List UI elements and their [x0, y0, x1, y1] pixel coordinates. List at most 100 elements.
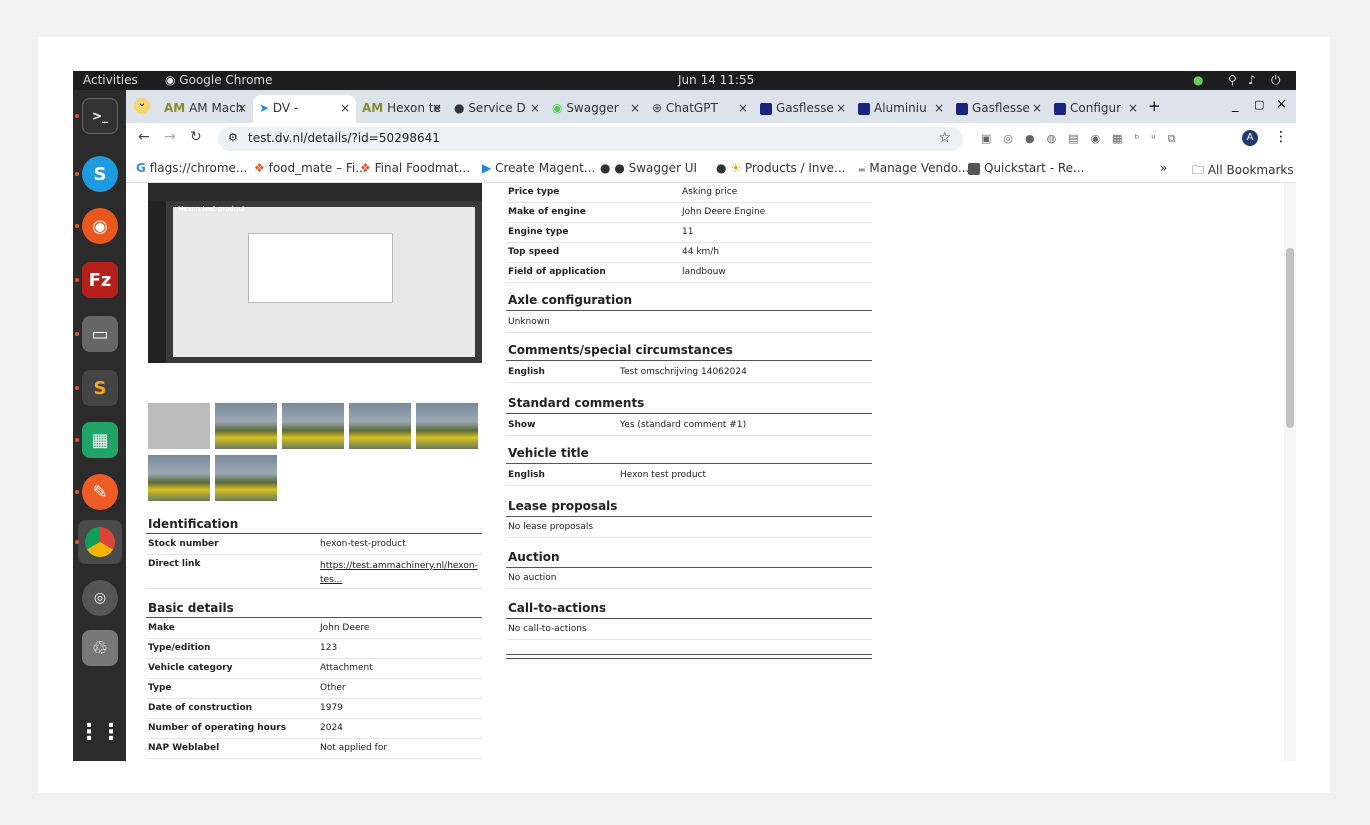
- minimize-button[interactable]: _: [1232, 98, 1239, 113]
- tab-gasflessen-1[interactable]: Gasflesse ×: [754, 95, 852, 123]
- tab-gasflessen-2[interactable]: Gasflesse ×: [950, 95, 1048, 123]
- bookmark-manage-vendor[interactable]: ▬ Manage Vendo...: [858, 161, 969, 175]
- clock[interactable]: Jun 14 11:55: [678, 73, 754, 87]
- thumbnail-4[interactable]: [349, 403, 411, 449]
- tab-chatgpt[interactable]: ⊛ ChatGPT ×: [646, 95, 754, 123]
- extensions-icons[interactable]: ▣◎●◍▤◉▦ᵇᵘ⧉: [981, 132, 1188, 146]
- tab-dv[interactable]: ➤ DV - ×: [253, 95, 356, 123]
- close-icon[interactable]: ×: [237, 101, 247, 115]
- activities-button[interactable]: Activities: [83, 73, 138, 87]
- address-bar[interactable]: ⚙ test.dv.nl/details/?id=50298641 ☆: [218, 127, 963, 151]
- profile-avatar[interactable]: A: [1242, 130, 1258, 146]
- table-row: NAP Weblabel Not applied for: [146, 739, 482, 759]
- bookmark-flags[interactable]: G flags://chrome...: [136, 161, 247, 175]
- close-icon[interactable]: ×: [432, 101, 442, 115]
- tab-aluminium[interactable]: Aluminiu ×: [852, 95, 950, 123]
- network-icon[interactable]: ⚲: [1228, 73, 1237, 87]
- github-icon: ●: [600, 161, 611, 175]
- back-button[interactable]: ←: [138, 129, 150, 145]
- table-row: Vehicle category Attachment: [146, 659, 482, 679]
- close-icon[interactable]: ×: [630, 101, 640, 115]
- table-row: Stock number hexon-test-product: [146, 535, 482, 555]
- desktop-screen: Activities ◉ Google Chrome Jun 14 11:55 …: [73, 71, 1296, 761]
- page-scrollbar[interactable]: [1284, 183, 1296, 761]
- magento-icon: [760, 102, 772, 115]
- restore-button[interactable]: ▢: [1254, 98, 1264, 111]
- forward-button[interactable]: →: [164, 129, 176, 145]
- bookmark-swagger[interactable]: ● ● Swagger UI: [600, 161, 697, 175]
- terminal-icon[interactable]: >_: [82, 98, 118, 134]
- tab-search-icon[interactable]: ⌄: [134, 98, 150, 114]
- bookmark-create-magento[interactable]: ▶ Create Magent...: [482, 161, 595, 175]
- divider: [146, 617, 482, 618]
- close-icon[interactable]: ×: [1032, 101, 1042, 115]
- magento-icon: [1054, 102, 1066, 115]
- figma-icon: ❖: [360, 161, 371, 175]
- star-icon[interactable]: ☆: [938, 130, 951, 146]
- section-vehicle-title-title: Vehicle title: [508, 446, 589, 460]
- bookmarks-overflow-button[interactable]: »: [1160, 161, 1167, 175]
- skype-icon[interactable]: S: [82, 156, 118, 192]
- filezilla-icon[interactable]: Fz: [82, 262, 118, 298]
- all-bookmarks-button[interactable]: 🗀 All Bookmarks: [1192, 161, 1294, 182]
- tab-am-machinery[interactable]: AM AM Mach ×: [158, 95, 253, 123]
- thumbnail-1[interactable]: [148, 403, 210, 449]
- scrollbar-thumb[interactable]: [1286, 248, 1294, 428]
- files-icon[interactable]: ▭: [82, 316, 118, 352]
- folder-icon: 🗀: [1192, 163, 1205, 177]
- bookmark-food-mate[interactable]: ❖ food_mate – Fi...: [254, 161, 367, 175]
- app-menu[interactable]: ◉ Google Chrome: [165, 73, 273, 87]
- close-window-button[interactable]: ×: [1276, 97, 1287, 112]
- thumbnail-7[interactable]: [215, 455, 277, 501]
- volume-icon[interactable]: ♪: [1248, 73, 1256, 87]
- address-text: test.dv.nl/details/?id=50298641: [248, 131, 440, 145]
- close-icon[interactable]: ×: [340, 101, 350, 115]
- thumbnail-5[interactable]: [416, 403, 478, 449]
- tab-service[interactable]: ● Service D ×: [448, 95, 546, 123]
- close-icon[interactable]: ×: [530, 101, 540, 115]
- table-row: Date of construction 1979: [146, 699, 482, 719]
- site-info-icon[interactable]: ⚙: [228, 131, 238, 144]
- firefox-icon[interactable]: ◉: [82, 208, 118, 244]
- thumbnail-2[interactable]: [215, 403, 277, 449]
- github-icon: ●: [716, 161, 727, 175]
- new-tab-button[interactable]: +: [1148, 97, 1161, 115]
- close-icon[interactable]: ×: [836, 101, 846, 115]
- table-row: Make of engine John Deere Engine: [506, 203, 872, 223]
- vendor-icon: ▬: [858, 165, 866, 174]
- divider: [506, 567, 872, 568]
- main-product-image[interactable]: Hexon test product: [148, 183, 482, 363]
- table-row: Price type Asking price: [506, 183, 872, 203]
- tab-hexon[interactable]: AM Hexon te ×: [356, 95, 448, 123]
- dv-icon: ➤: [259, 101, 270, 115]
- chrome-icon[interactable]: [78, 520, 122, 564]
- bookmark-final-foodmat[interactable]: ❖ Final Foodmat...: [360, 161, 470, 175]
- bookmark-products[interactable]: ● ☀ Products / Inve...: [716, 161, 845, 175]
- bookmarks-bar: G flags://chrome... ❖ food_mate – Fi... …: [126, 155, 1296, 183]
- spreadsheet-icon[interactable]: ▦: [82, 422, 118, 458]
- disc-icon[interactable]: ◎: [82, 580, 118, 616]
- thumbnail-3[interactable]: [282, 403, 344, 449]
- app-grid-icon[interactable]: ⋮⋮: [78, 714, 122, 750]
- sublime-icon[interactable]: S: [82, 370, 118, 406]
- status-shield-icon[interactable]: ●: [1193, 73, 1203, 87]
- trash-icon[interactable]: ♲: [82, 630, 118, 666]
- quickstart-icon: [968, 162, 980, 175]
- bookmark-quickstart[interactable]: Quickstart - Re...: [968, 161, 1084, 175]
- postman-icon[interactable]: ✎: [82, 474, 118, 510]
- direct-link[interactable]: https://test.ammachinery.nl/hexon-tes...: [320, 559, 480, 587]
- openai-icon: ⊛: [652, 101, 663, 115]
- tab-swagger[interactable]: ◉ Swagger ×: [546, 95, 646, 123]
- thumbnail-6[interactable]: [148, 455, 210, 501]
- tab-configure[interactable]: Configur ×: [1048, 95, 1144, 123]
- power-icon[interactable]: ⏻: [1271, 73, 1281, 88]
- section-standard-comments-title: Standard comments: [508, 396, 645, 410]
- divider: [506, 360, 872, 361]
- menu-kebab-icon[interactable]: ⋮: [1274, 129, 1288, 145]
- close-icon[interactable]: ×: [1128, 101, 1138, 115]
- preview-title: Hexon test product: [178, 205, 245, 213]
- close-icon[interactable]: ×: [934, 101, 944, 115]
- close-icon[interactable]: ×: [738, 101, 748, 115]
- table-row: Type Other: [146, 679, 482, 699]
- reload-button[interactable]: ↻: [190, 129, 202, 145]
